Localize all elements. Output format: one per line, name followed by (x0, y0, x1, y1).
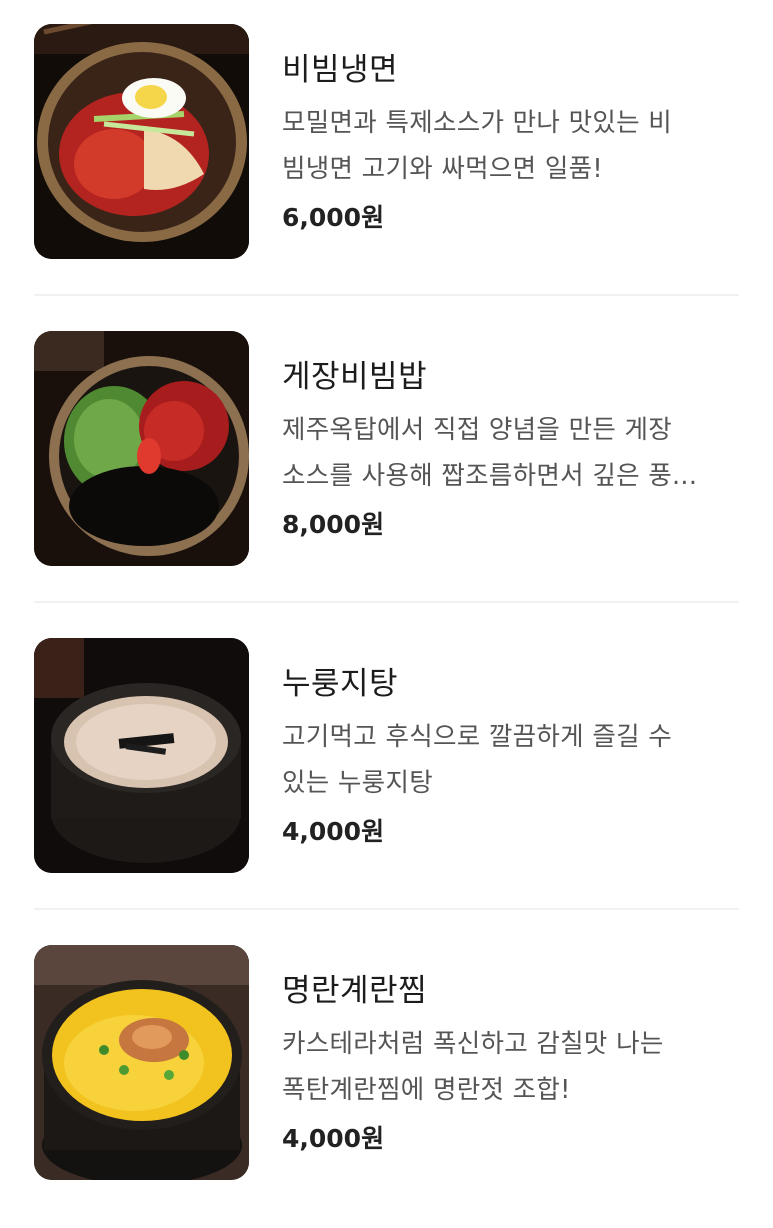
menu-item-description: 고기먹고 후식으로 깔끔하게 즐길 수 있는 누룽지탕 (282, 714, 732, 806)
menu-item-photo[interactable] (34, 945, 249, 1180)
menu-item-myeongran-gyeranjjim[interactable]: 명란계란찜 카스테라처럼 폭신하고 감칠맛 나는 폭탄계란찜에 명란젓 조합! … (0, 921, 773, 1228)
menu-item-photo[interactable] (34, 24, 249, 259)
description-line: 빔냉면 고기와 싸먹으면 일품! (282, 154, 603, 184)
menu-item-name: 명란계란찜 (282, 973, 428, 1009)
divider (34, 908, 739, 910)
divider (34, 601, 739, 603)
menu-item-price: 8,000원 (282, 510, 385, 539)
description-line: 있는 누룽지탕 (282, 768, 433, 798)
description-line: 폭탄계란찜에 명란젓 조합! (282, 1075, 571, 1105)
menu-item-description: 카스테라처럼 폭신하고 감칠맛 나는 폭탄계란찜에 명란젓 조합! (282, 1021, 732, 1113)
menu-item-photo[interactable] (34, 638, 249, 873)
menu-item-nurungji-tang[interactable]: 누룽지탕 고기먹고 후식으로 깔끔하게 즐길 수 있는 누룽지탕 4,000원 (0, 614, 773, 921)
menu-item-description: 모밀면과 특제소스가 만나 맛있는 비 빔냉면 고기와 싸먹으면 일품! (282, 100, 732, 192)
menu-item-gejang-bibimbap[interactable]: 게장비빔밥 제주옥탑에서 직접 양념을 만든 게장 소스를 사용해 짭조름하면서… (0, 307, 773, 614)
menu-item-name: 게장비빔밥 (282, 359, 428, 395)
menu-item-photo[interactable] (34, 331, 249, 566)
description-line: 제주옥탑에서 직접 양념을 만든 게장 (282, 415, 673, 445)
divider (34, 294, 739, 296)
menu-item-price: 6,000원 (282, 203, 385, 232)
menu-item-description: 제주옥탑에서 직접 양념을 만든 게장 소스를 사용해 짭조름하면서 깊은 풍.… (282, 407, 732, 499)
menu-item-bibim-naengmyeon[interactable]: 비빔냉면 모밀면과 특제소스가 만나 맛있는 비 빔냉면 고기와 싸먹으면 일품… (0, 0, 773, 307)
description-line: 카스테라처럼 폭신하고 감칠맛 나는 (282, 1029, 664, 1059)
menu-item-name: 누룽지탕 (282, 666, 399, 702)
menu-item-name: 비빔냉면 (282, 52, 399, 88)
description-line: 모밀면과 특제소스가 만나 맛있는 비 (282, 108, 673, 138)
menu-item-price: 4,000원 (282, 1124, 385, 1153)
description-line: 고기먹고 후식으로 깔끔하게 즐길 수 (282, 722, 673, 752)
menu-item-price: 4,000원 (282, 817, 385, 846)
description-line: 소스를 사용해 짭조름하면서 깊은 풍... (282, 461, 698, 491)
